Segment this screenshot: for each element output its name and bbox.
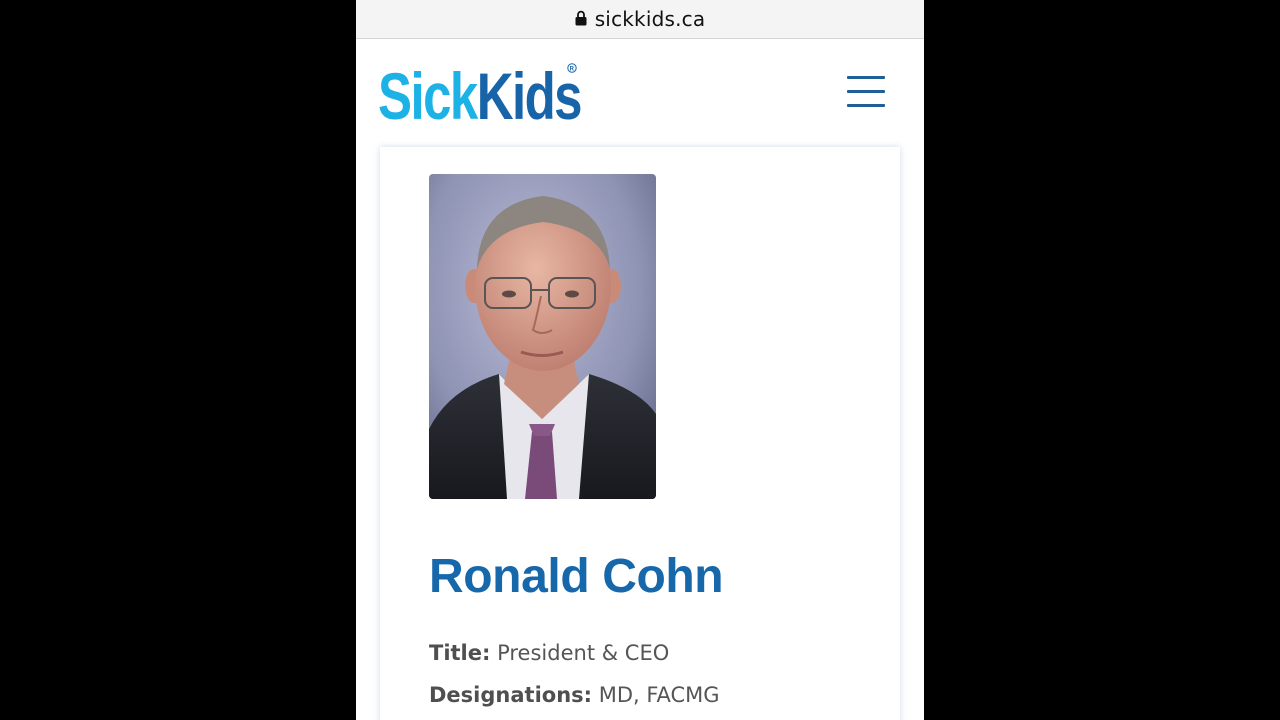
- profile-card: Ronald Cohn Title: President & CEO Desig…: [380, 147, 900, 720]
- phone-screen: sickkids.ca SickKids R: [356, 0, 924, 720]
- title-value: President & CEO: [497, 641, 670, 665]
- svg-text:SickKids: SickKids: [378, 59, 581, 127]
- lock-icon: [575, 10, 587, 26]
- title-row: Title: President & CEO: [429, 641, 669, 665]
- browser-url-bar[interactable]: sickkids.ca: [356, 0, 924, 39]
- sickkids-logo[interactable]: SickKids R: [378, 55, 588, 127]
- hamburger-menu-icon[interactable]: [844, 75, 888, 111]
- person-name: Ronald Cohn: [429, 550, 724, 603]
- title-label: Title:: [429, 641, 491, 665]
- designations-label: Designations:: [429, 683, 593, 707]
- svg-text:R: R: [570, 66, 575, 72]
- url-text: sickkids.ca: [594, 7, 706, 31]
- profile-photo: [429, 174, 656, 499]
- designations-value: MD, FACMG: [598, 683, 720, 707]
- site-header: SickKids R: [356, 39, 924, 147]
- designations-row: Designations: MD, FACMG: [429, 683, 720, 707]
